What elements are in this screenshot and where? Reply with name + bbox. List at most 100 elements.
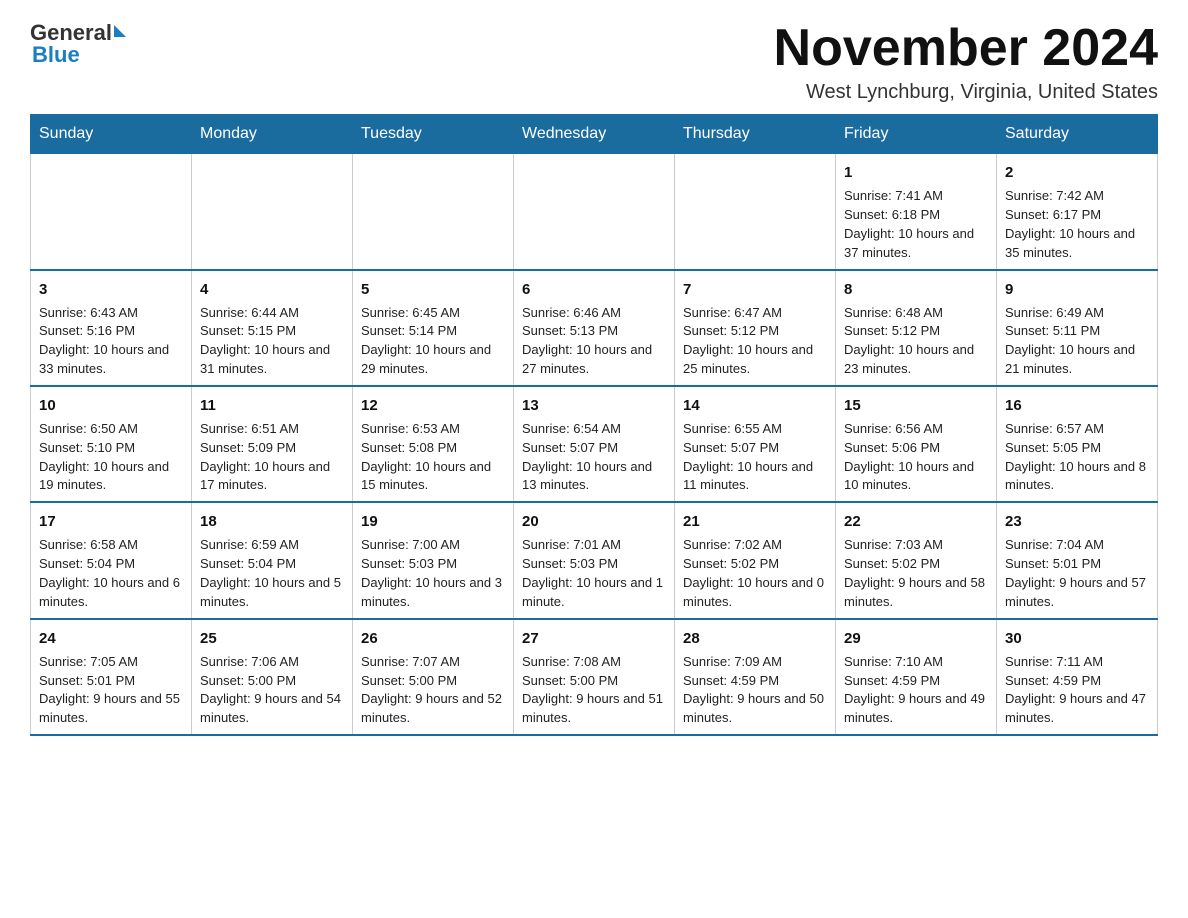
day-number: 21 <box>683 511 827 532</box>
col-header-friday: Friday <box>836 115 997 154</box>
location-subtitle: West Lynchburg, Virginia, United States <box>774 81 1158 104</box>
day-info: Sunrise: 7:03 AM Sunset: 5:02 PM Dayligh… <box>844 536 988 611</box>
calendar-cell: 8 Sunrise: 6:48 AM Sunset: 5:12 PM Daylig… <box>836 270 997 386</box>
calendar-cell <box>353 154 514 270</box>
col-header-thursday: Thursday <box>675 115 836 154</box>
calendar-week-row: 17Sunrise: 6:58 AM Sunset: 5:04 PM Dayli… <box>31 502 1158 618</box>
calendar-cell <box>675 154 836 270</box>
day-number: 22 <box>844 511 988 532</box>
title-area: November 2024 West Lynchburg, Virginia, … <box>774 20 1158 104</box>
calendar-cell <box>514 154 675 270</box>
calendar-cell: 5 Sunrise: 6:45 AM Sunset: 5:14 PM Daylig… <box>353 270 514 386</box>
day-info: Sunrise: 7:08 AM Sunset: 5:00 PM Dayligh… <box>522 653 666 728</box>
calendar-cell: 17Sunrise: 6:58 AM Sunset: 5:04 PM Dayli… <box>31 502 192 618</box>
calendar-cell: 23Sunrise: 7:04 AM Sunset: 5:01 PM Dayli… <box>997 502 1158 618</box>
day-number: 19 <box>361 511 505 532</box>
day-number: 4 <box>200 279 344 300</box>
day-number: 17 <box>39 511 183 532</box>
logo-triangle-icon <box>114 25 126 37</box>
day-info: Sunrise: 7:11 AM Sunset: 4:59 PM Dayligh… <box>1005 653 1149 728</box>
day-info: Sunrise: 6:54 AM Sunset: 5:07 PM Dayligh… <box>522 420 666 495</box>
col-header-tuesday: Tuesday <box>353 115 514 154</box>
col-header-sunday: Sunday <box>31 115 192 154</box>
day-number: 14 <box>683 395 827 416</box>
day-number: 24 <box>39 628 183 649</box>
calendar-cell: 4 Sunrise: 6:44 AM Sunset: 5:15 PM Daylig… <box>192 270 353 386</box>
calendar-cell: 15 Sunrise: 6:56 AM Sunset: 5:06 PM Dayli… <box>836 386 997 502</box>
calendar-week-row: 24 Sunrise: 7:05 AM Sunset: 5:01 PM Dayli… <box>31 619 1158 735</box>
calendar-cell: 18 Sunrise: 6:59 AM Sunset: 5:04 PM Dayli… <box>192 502 353 618</box>
calendar-cell: 24 Sunrise: 7:05 AM Sunset: 5:01 PM Dayli… <box>31 619 192 735</box>
day-number: 20 <box>522 511 666 532</box>
day-number: 3 <box>39 279 183 300</box>
col-header-saturday: Saturday <box>997 115 1158 154</box>
day-info: Sunrise: 6:43 AM Sunset: 5:16 PM Dayligh… <box>39 304 183 379</box>
calendar-cell: 3 Sunrise: 6:43 AM Sunset: 5:16 PM Daylig… <box>31 270 192 386</box>
day-number: 10 <box>39 395 183 416</box>
day-number: 6 <box>522 279 666 300</box>
day-info: Sunrise: 6:51 AM Sunset: 5:09 PM Dayligh… <box>200 420 344 495</box>
day-info: Sunrise: 6:47 AM Sunset: 5:12 PM Dayligh… <box>683 304 827 379</box>
day-info: Sunrise: 7:04 AM Sunset: 5:01 PM Dayligh… <box>1005 536 1149 611</box>
calendar-week-row: 3 Sunrise: 6:43 AM Sunset: 5:16 PM Daylig… <box>31 270 1158 386</box>
calendar-cell: 29 Sunrise: 7:10 AM Sunset: 4:59 PM Dayli… <box>836 619 997 735</box>
day-number: 18 <box>200 511 344 532</box>
col-header-wednesday: Wednesday <box>514 115 675 154</box>
calendar-cell: 9 Sunrise: 6:49 AM Sunset: 5:11 PM Daylig… <box>997 270 1158 386</box>
calendar-table: SundayMondayTuesdayWednesdayThursdayFrid… <box>30 114 1158 736</box>
day-number: 11 <box>200 395 344 416</box>
calendar-cell: 11 Sunrise: 6:51 AM Sunset: 5:09 PM Dayli… <box>192 386 353 502</box>
calendar-cell: 16 Sunrise: 6:57 AM Sunset: 5:05 PM Dayli… <box>997 386 1158 502</box>
calendar-cell: 20 Sunrise: 7:01 AM Sunset: 5:03 PM Dayli… <box>514 502 675 618</box>
day-info: Sunrise: 7:42 AM Sunset: 6:17 PM Dayligh… <box>1005 187 1149 262</box>
day-number: 8 <box>844 279 988 300</box>
calendar-cell: 27 Sunrise: 7:08 AM Sunset: 5:00 PM Dayli… <box>514 619 675 735</box>
day-info: Sunrise: 6:44 AM Sunset: 5:15 PM Dayligh… <box>200 304 344 379</box>
calendar-cell: 26 Sunrise: 7:07 AM Sunset: 5:00 PM Dayli… <box>353 619 514 735</box>
day-info: Sunrise: 7:09 AM Sunset: 4:59 PM Dayligh… <box>683 653 827 728</box>
calendar-cell: 30Sunrise: 7:11 AM Sunset: 4:59 PM Dayli… <box>997 619 1158 735</box>
calendar-cell: 19Sunrise: 7:00 AM Sunset: 5:03 PM Dayli… <box>353 502 514 618</box>
day-number: 13 <box>522 395 666 416</box>
calendar-cell: 25Sunrise: 7:06 AM Sunset: 5:00 PM Dayli… <box>192 619 353 735</box>
day-info: Sunrise: 6:49 AM Sunset: 5:11 PM Dayligh… <box>1005 304 1149 379</box>
day-info: Sunrise: 7:10 AM Sunset: 4:59 PM Dayligh… <box>844 653 988 728</box>
day-info: Sunrise: 6:57 AM Sunset: 5:05 PM Dayligh… <box>1005 420 1149 495</box>
day-info: Sunrise: 7:01 AM Sunset: 5:03 PM Dayligh… <box>522 536 666 611</box>
calendar-week-row: 10 Sunrise: 6:50 AM Sunset: 5:10 PM Dayli… <box>31 386 1158 502</box>
day-number: 12 <box>361 395 505 416</box>
day-info: Sunrise: 7:05 AM Sunset: 5:01 PM Dayligh… <box>39 653 183 728</box>
day-number: 26 <box>361 628 505 649</box>
day-info: Sunrise: 7:07 AM Sunset: 5:00 PM Dayligh… <box>361 653 505 728</box>
calendar-cell: 7 Sunrise: 6:47 AM Sunset: 5:12 PM Daylig… <box>675 270 836 386</box>
day-info: Sunrise: 6:59 AM Sunset: 5:04 PM Dayligh… <box>200 536 344 611</box>
day-info: Sunrise: 6:56 AM Sunset: 5:06 PM Dayligh… <box>844 420 988 495</box>
day-number: 7 <box>683 279 827 300</box>
calendar-cell: 22 Sunrise: 7:03 AM Sunset: 5:02 PM Dayli… <box>836 502 997 618</box>
calendar-cell: 10 Sunrise: 6:50 AM Sunset: 5:10 PM Dayli… <box>31 386 192 502</box>
page-header: General Blue November 2024 West Lynchbur… <box>30 20 1158 104</box>
logo: General Blue <box>30 20 126 68</box>
day-number: 2 <box>1005 162 1149 183</box>
day-number: 27 <box>522 628 666 649</box>
calendar-cell: 21 Sunrise: 7:02 AM Sunset: 5:02 PM Dayli… <box>675 502 836 618</box>
calendar-cell: 13 Sunrise: 6:54 AM Sunset: 5:07 PM Dayli… <box>514 386 675 502</box>
calendar-cell <box>31 154 192 270</box>
col-header-monday: Monday <box>192 115 353 154</box>
day-info: Sunrise: 7:06 AM Sunset: 5:00 PM Dayligh… <box>200 653 344 728</box>
day-info: Sunrise: 6:45 AM Sunset: 5:14 PM Dayligh… <box>361 304 505 379</box>
day-info: Sunrise: 6:55 AM Sunset: 5:07 PM Dayligh… <box>683 420 827 495</box>
day-info: Sunrise: 6:48 AM Sunset: 5:12 PM Dayligh… <box>844 304 988 379</box>
day-number: 5 <box>361 279 505 300</box>
day-info: Sunrise: 6:50 AM Sunset: 5:10 PM Dayligh… <box>39 420 183 495</box>
day-number: 15 <box>844 395 988 416</box>
logo-blue: Blue <box>30 42 80 68</box>
calendar-cell: 14 Sunrise: 6:55 AM Sunset: 5:07 PM Dayli… <box>675 386 836 502</box>
calendar-cell <box>192 154 353 270</box>
day-number: 9 <box>1005 279 1149 300</box>
day-info: Sunrise: 6:53 AM Sunset: 5:08 PM Dayligh… <box>361 420 505 495</box>
day-number: 16 <box>1005 395 1149 416</box>
day-info: Sunrise: 7:41 AM Sunset: 6:18 PM Dayligh… <box>844 187 988 262</box>
day-number: 29 <box>844 628 988 649</box>
day-info: Sunrise: 7:02 AM Sunset: 5:02 PM Dayligh… <box>683 536 827 611</box>
